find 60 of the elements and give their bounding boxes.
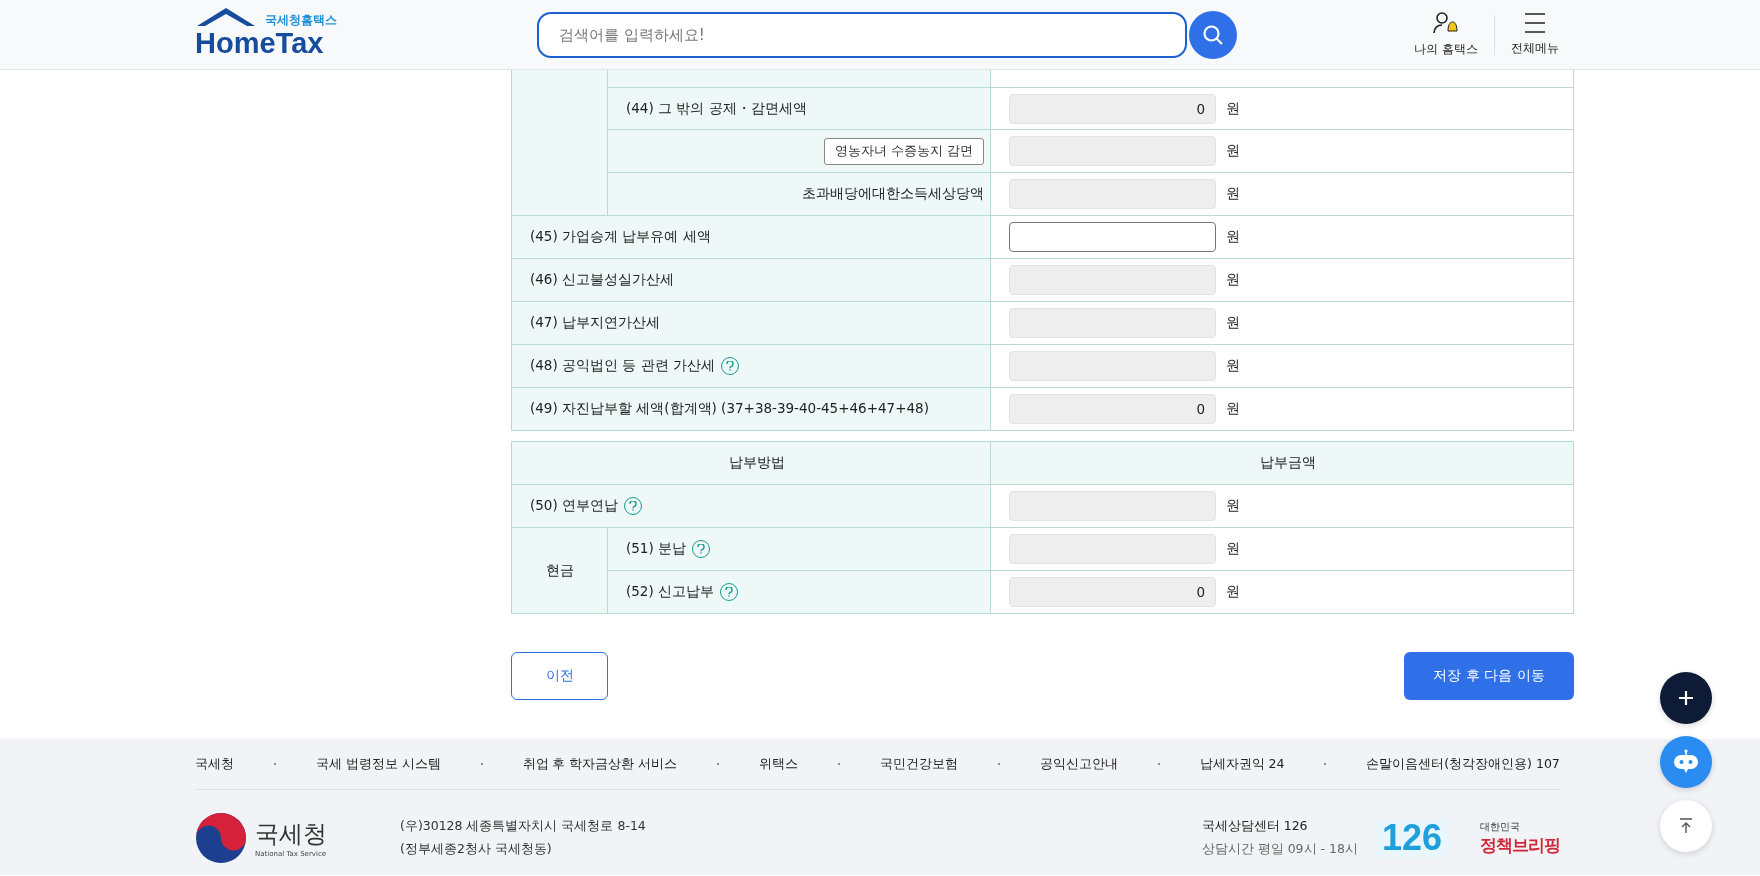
call-hours: 상담시간 평일 09시 - 18시 <box>1201 841 1358 858</box>
footer-link[interactable]: 취업 후 학자금상환 서비스 <box>522 755 678 773</box>
row-label: (44) 그 밖의 공제・감면세액 <box>626 99 807 118</box>
search-button[interactable] <box>1189 10 1237 59</box>
unit-label: 원 <box>1226 185 1240 203</box>
call-center: 국세상담센터 126 <box>1201 818 1309 835</box>
nav-button[interactable]: 나의 홈택스 <box>1398 11 1494 58</box>
logo-caption: 국세청홈택스 <box>265 11 337 29</box>
menu-icon <box>1523 12 1547 34</box>
unit-label: 원 <box>1226 314 1240 332</box>
unit-label: 원 <box>1226 271 1240 289</box>
row-label: (51) 분납 <box>626 540 686 558</box>
row-label: (52) 신고납부 <box>626 583 714 601</box>
plus-icon <box>1678 690 1694 706</box>
row-label: (45) 가업승계 납부유예 세액 <box>530 228 711 246</box>
logo[interactable]: HomeTax <box>195 28 324 58</box>
amount-field[interactable] <box>1009 222 1216 252</box>
group-label: 현금 <box>545 561 574 580</box>
row-label: 초과배당에대한소득세상당액 <box>802 185 984 203</box>
footer-link[interactable]: 국민건강보험 <box>880 755 958 773</box>
footer-link[interactable]: 국세청 <box>195 755 234 773</box>
search-field[interactable]: 검색어를 입력하세요! <box>537 11 1187 58</box>
row-label: (48) 공익법인 등 관련 가산세 <box>530 357 715 375</box>
footer-link[interactable]: 위택스 <box>759 755 799 773</box>
unit-label: 원 <box>1226 99 1240 118</box>
org-logo: 국세청 <box>255 819 327 850</box>
footer-link[interactable]: 국세 법령정보 시스템 <box>315 755 441 773</box>
arrow-up-icon <box>1677 817 1695 835</box>
user-bell-icon <box>1433 11 1460 35</box>
emblem-icon <box>195 812 247 864</box>
address-line: (우)30128 세종특별자치시 국세청로 8-14 <box>400 818 646 835</box>
search-icon <box>1202 23 1224 46</box>
nav-button[interactable]: 전체메뉴 <box>1495 12 1575 57</box>
unit-label: 원 <box>1226 583 1240 601</box>
footer-link[interactable]: 손말이음센터(청각장애인용) 107 <box>1366 755 1560 773</box>
footer-link[interactable]: 공익신고안내 <box>1039 755 1118 773</box>
save-next-button[interactable]: 저장 후 다음 이동 <box>1404 652 1574 700</box>
row-label: (46) 신고불성실가산세 <box>530 271 674 289</box>
house-icon <box>195 5 257 28</box>
address-line: (정부세종2청사 국세청동) <box>400 841 553 858</box>
unit-label: 원 <box>1226 400 1240 418</box>
unit-label: 원 <box>1226 228 1240 246</box>
amount-field[interactable]: 0 <box>1009 394 1216 424</box>
unit-label: 원 <box>1226 357 1240 375</box>
row-label: (49) 자진납부할 세액(합계액) (37+38-39-40-45+46+47+48) <box>530 400 929 418</box>
column-header: 납부방법 <box>729 454 785 472</box>
briefing-caption: 대한민국 <box>1480 819 1521 834</box>
row-label: (47) 납부지연가산세 <box>530 314 660 332</box>
unit-label: 원 <box>1226 540 1240 558</box>
footer-link[interactable]: 납세자권익 24 <box>1199 755 1285 773</box>
reduction-button[interactable]: 영농자녀 수증농지 감면 <box>824 137 984 165</box>
column-header: 납부금액 <box>1260 454 1316 472</box>
amount-field[interactable]: 0 <box>1009 93 1216 124</box>
unit-label: 원 <box>1226 497 1240 515</box>
previous-button[interactable]: 이전 <box>511 652 608 700</box>
row-label: (50) 연부연납 <box>530 497 618 515</box>
unit-label: 원 <box>1226 142 1240 160</box>
amount-field[interactable]: 0 <box>1009 577 1216 607</box>
briefing-logo[interactable]: 정책브리핑 <box>1480 833 1560 857</box>
add-button[interactable] <box>1660 672 1712 724</box>
